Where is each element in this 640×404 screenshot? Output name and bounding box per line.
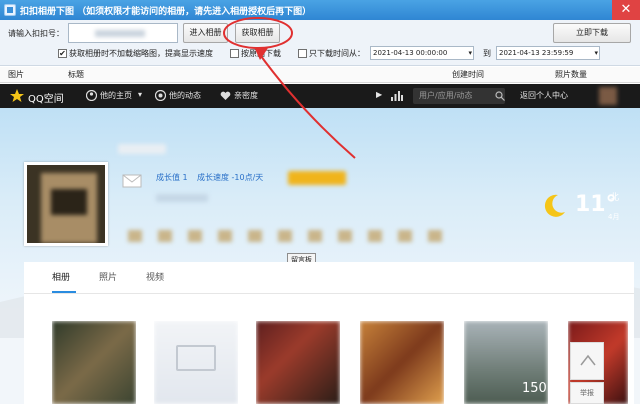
back-to-personal-center-link[interactable]: 返回个人中心	[520, 90, 568, 101]
date-from-dropdown-icon[interactable]: ▾	[468, 47, 472, 59]
qzone-nav-bar: QQ空间 他的主页 ▾ 他的动态 亲密度 ▶ 用户/应用/动态 返回个人中心	[0, 84, 640, 108]
nav-his-moments[interactable]: 他的动态	[169, 90, 201, 101]
app-icon	[4, 4, 16, 16]
date-from-picker[interactable]: 2021-04-13 00:00:00 ▾	[370, 46, 474, 60]
nav-his-homepage[interactable]: 他的主页	[100, 90, 132, 101]
qq-number-input[interactable]	[68, 23, 178, 43]
back-to-top-button[interactable]	[570, 342, 604, 380]
chevron-down-icon[interactable]: ▾	[138, 90, 142, 99]
qzone-logo-text[interactable]: QQ空间	[28, 90, 64, 105]
album-thumbnail[interactable]	[52, 321, 136, 404]
download-now-button[interactable]: 立即下载	[553, 23, 631, 43]
embedded-browser: QQ空间 他的主页 ▾ 他的动态 亲密度 ▶ 用户/应用/动态 返回个人中心 成…	[0, 84, 640, 404]
avatar-mini-icon[interactable]	[599, 87, 617, 105]
qzone-search-input[interactable]: 用户/应用/动态	[413, 88, 505, 104]
panel-divider	[24, 293, 634, 294]
moments-icon	[155, 90, 166, 101]
gold-badge-icon[interactable]	[288, 171, 346, 185]
date-to-picker[interactable]: 2021-04-13 23:59:59 ▾	[496, 46, 600, 60]
window-title: 扣扣相册下图 （如须权限才能访问的相册，请先进入相册授权后再下图）	[20, 6, 312, 17]
column-title[interactable]: 标题	[68, 69, 84, 80]
date-to-dropdown-icon[interactable]: ▾	[594, 47, 598, 59]
close-icon[interactable]: ✕	[612, 0, 640, 20]
toolbar: 请输入扣扣号： 进入相册 获取相册 立即下载 ✔ 获取相册时不加载缩略图，提高显…	[0, 20, 640, 66]
by-original-label: 按原图下载	[241, 49, 281, 58]
tab-videos[interactable]: 视频	[146, 270, 164, 283]
column-photo-count[interactable]: 照片数量	[555, 69, 587, 80]
badge-row	[128, 230, 448, 242]
nickname	[118, 144, 166, 154]
growth-value[interactable]: 成长值 1	[156, 172, 188, 183]
time-filter-checkbox[interactable]	[298, 49, 307, 58]
no-thumbs-label: 获取相册时不加载缩略图，提高显示速度	[69, 49, 213, 58]
play-icon[interactable]: ▶	[376, 90, 382, 99]
album-thumbnail[interactable]	[256, 321, 340, 404]
column-created-time[interactable]: 创建时间	[452, 69, 484, 80]
tab-album[interactable]: 相册	[52, 270, 70, 283]
column-image[interactable]: 图片	[8, 69, 24, 80]
album-thumbnail[interactable]: 150	[464, 321, 548, 404]
fetch-album-button[interactable]: 获取相册	[235, 23, 280, 43]
date-to-value: 2021-04-13 23:59:59	[499, 49, 574, 57]
enter-album-button[interactable]: 进入相册	[183, 23, 228, 43]
date-from-value: 2021-04-13 00:00:00	[373, 49, 448, 57]
qq-number-value	[95, 30, 145, 37]
moon-weather-icon	[544, 194, 565, 217]
album-thumbnail[interactable]	[360, 321, 444, 404]
album-thumbnail[interactable]	[154, 321, 238, 404]
list-column-header: 图片 标题 创建时间 照片数量	[0, 67, 640, 83]
album-panel: 相册 照片 视频 150	[24, 262, 634, 404]
growth-speed[interactable]: 成长速度 -10点/天	[197, 172, 263, 183]
no-thumbs-checkbox[interactable]: ✔	[58, 49, 67, 58]
to-label: 到	[483, 49, 491, 58]
status-text	[156, 194, 208, 202]
avatar[interactable]	[24, 162, 108, 246]
qq-number-label: 请输入扣扣号：	[8, 29, 64, 38]
nav-intimacy[interactable]: 亲密度	[234, 90, 258, 101]
weather-date: 4月	[608, 213, 620, 221]
home-icon	[86, 90, 97, 101]
star-logo-icon[interactable]	[10, 89, 24, 103]
report-button[interactable]: 举报	[570, 382, 604, 404]
tab-photos[interactable]: 照片	[99, 270, 117, 283]
by-original-checkbox[interactable]	[230, 49, 239, 58]
chevron-up-icon	[580, 354, 596, 366]
weather-city: 北	[610, 193, 620, 203]
heart-icon	[220, 91, 231, 100]
window-title-bar: 扣扣相册下图 （如须权限才能访问的相册，请先进入相册授权后再下图） ✕	[0, 0, 640, 20]
thumbnail-count-badge: 150	[522, 381, 547, 396]
envelope-icon[interactable]	[122, 174, 142, 188]
bars-icon[interactable]	[391, 91, 403, 101]
time-filter-label: 只下载时间从：	[309, 49, 365, 58]
search-icon[interactable]	[495, 91, 505, 101]
